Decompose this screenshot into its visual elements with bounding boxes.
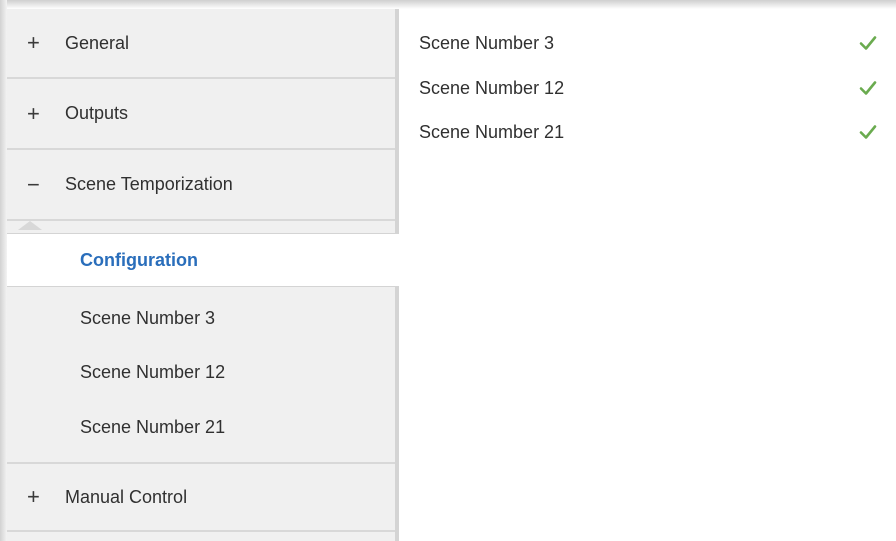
- checkmark-icon[interactable]: [857, 77, 879, 99]
- plus-icon: +: [27, 100, 40, 126]
- sidebar-group-next: [7, 530, 395, 541]
- plus-icon: +: [27, 484, 40, 509]
- window-shadow-left: [0, 0, 7, 541]
- scene-row-21: Scene Number 21: [419, 110, 879, 154]
- sidebar-item-configuration[interactable]: Configuration: [7, 233, 399, 287]
- sidebar-group-label: Outputs: [65, 103, 129, 123]
- scene-label: Scene Number 21: [419, 121, 565, 142]
- scene-row-3: Scene Number 3: [419, 21, 879, 65]
- sidebar-item-scene-number-3[interactable]: Scene Number 3: [7, 291, 395, 345]
- sidebar-group-general[interactable]: + General: [7, 9, 395, 79]
- sidebar-item-scene-number-12[interactable]: Scene Number 12: [7, 345, 395, 399]
- sidebar-group-outputs[interactable]: + Outputs: [7, 79, 395, 150]
- app-window: + General + Outputs − Scene Temporizatio…: [0, 0, 896, 541]
- plus-icon: +: [27, 30, 40, 55]
- sidebar-group-label: General: [65, 32, 130, 53]
- scene-label: Scene Number 3: [419, 32, 555, 53]
- sidebar-group-manual-control[interactable]: + Manual Control: [7, 462, 395, 532]
- minus-icon: −: [27, 171, 40, 197]
- expanded-caret: [18, 221, 42, 230]
- sidebar-group-scene-temporization[interactable]: − Scene Temporization: [7, 150, 395, 221]
- checkmark-icon[interactable]: [857, 121, 879, 143]
- scene-row-12: Scene Number 12: [419, 66, 879, 110]
- sidebar-group-label: Manual Control: [65, 486, 188, 507]
- sidebar-group-label: Scene Temporization: [65, 174, 233, 194]
- scene-label: Scene Number 12: [419, 77, 565, 98]
- checkmark-icon[interactable]: [857, 32, 879, 54]
- window-shadow-top: [0, 0, 896, 9]
- sidebar-item-scene-number-21[interactable]: Scene Number 21: [7, 400, 395, 454]
